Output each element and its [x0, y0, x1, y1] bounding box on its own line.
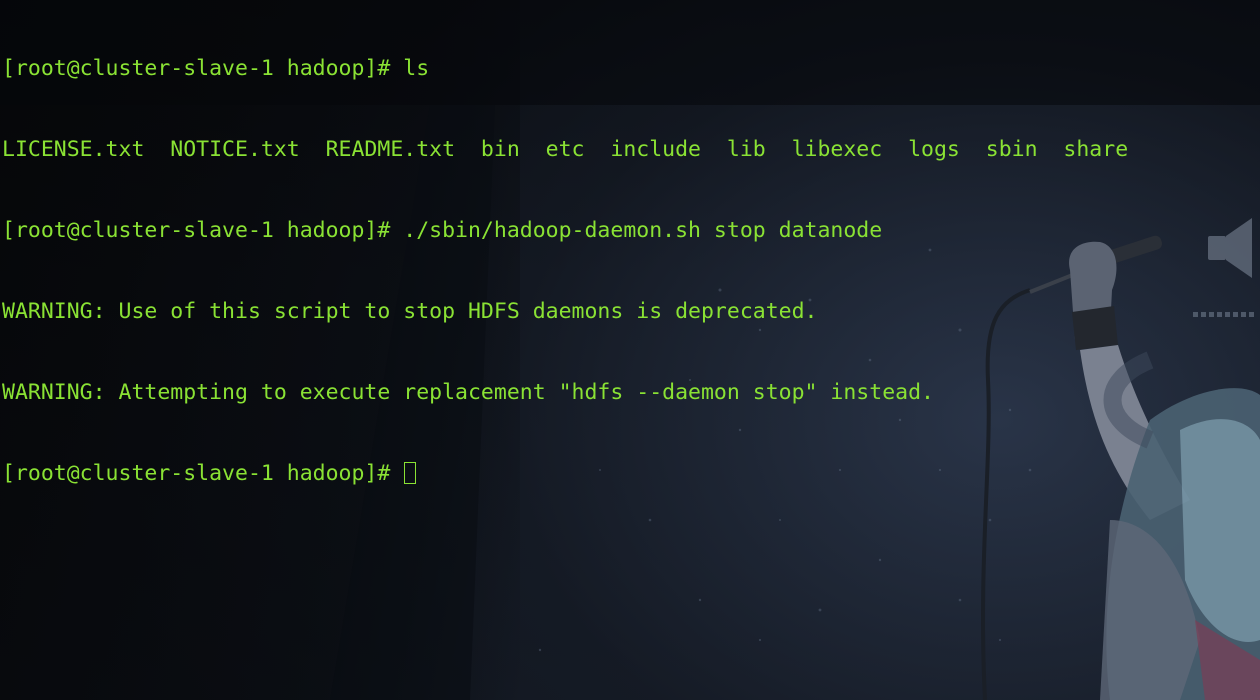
speaker-icon: [1208, 218, 1252, 278]
terminal-input-line[interactable]: [root@cluster-slave-1 hadoop]#: [2, 460, 1128, 487]
terminal-line-warning-replacement: WARNING: Attempting to execute replaceme…: [2, 380, 934, 405]
terminal-line-command-ls: [root@cluster-slave-1 hadoop]# ls: [2, 56, 430, 81]
terminal-window[interactable]: [root@cluster-slave-1 hadoop]# ls LICENS…: [0, 0, 1260, 700]
terminal-line-ls-output: LICENSE.txt NOTICE.txt README.txt bin et…: [2, 137, 1129, 162]
volume-dots: [1193, 312, 1254, 317]
shell-prompt: [root@cluster-slave-1 hadoop]#: [2, 461, 404, 486]
terminal-line-warning-deprecated: WARNING: Use of this script to stop HDFS…: [2, 299, 818, 324]
terminal-line-command-stop: [root@cluster-slave-1 hadoop]# ./sbin/ha…: [2, 218, 883, 243]
terminal-output: [root@cluster-slave-1 hadoop]# ls LICENS…: [2, 1, 1128, 541]
text-cursor[interactable]: [404, 462, 417, 484]
